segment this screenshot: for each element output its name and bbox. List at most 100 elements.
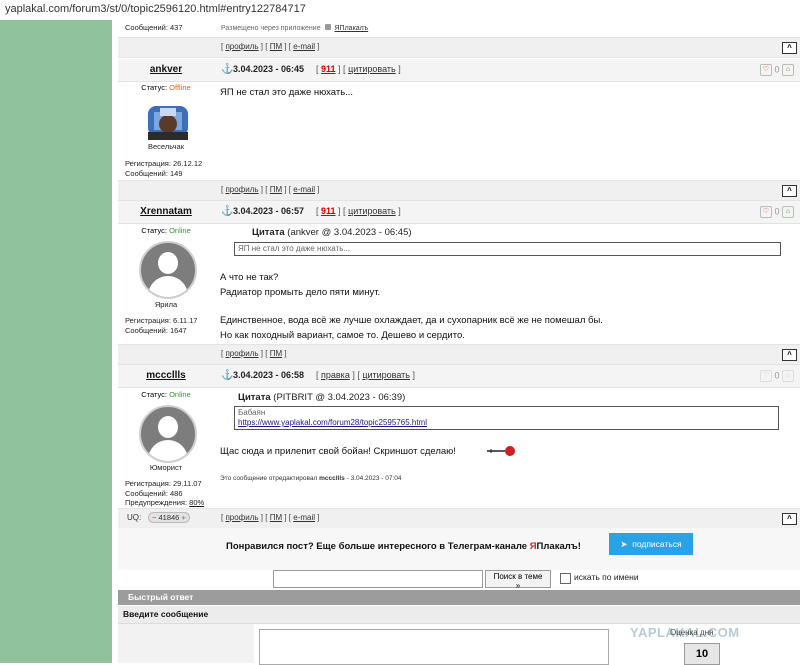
post-text: А что не так? Радиатор промыть дело пяти… [220,272,603,341]
scroll-up-button[interactable]: ^ [782,513,797,525]
quote-link[interactable]: цитировать [348,64,396,74]
prev-post-messages: Сообщений: 437 [125,23,183,32]
post-links-row: [ профиль ] [ ПМ ] [ e-mail ] ^ [118,37,800,58]
post-header: mcccllls ⚓ 3.04.2023 - 06:58 [ правка ] … [118,365,800,388]
quote-header: Цитата (PITBRIT @ 3.04.2023 - 06:39) [238,392,406,403]
telegram-plane-icon: ➤ [620,538,628,549]
post-links-row: [ профиль ] [ ПМ ] [ e-mail ] ^ [118,180,800,201]
post-date: 3.04.2023 - 06:57 [233,206,305,216]
post-date: 3.04.2023 - 06:58 [233,370,305,380]
rating-label: Оценка дня [670,628,714,637]
url-text: yaplakal.com/forum3/st/0/topic2596120.ht… [5,3,306,15]
user-rank: Юморист [149,463,183,472]
vote-count: 0 [774,206,780,217]
scroll-up-button[interactable]: ^ [782,349,797,361]
vote-widget: ♡ 0 ⌂ [759,64,794,76]
email-link[interactable]: e-mail [293,42,315,51]
vote-widget: ♡ 0 ⌂ [759,206,794,218]
warnings-link[interactable]: 80% [189,498,204,507]
username[interactable]: ankver [118,64,214,75]
vote-down-icon[interactable]: ♡ [759,64,772,76]
edited-note: Это сообщение отредактировал mcccllls - … [220,475,402,482]
email-link[interactable]: e-mail [293,185,315,194]
user-rank: Ярила [154,300,178,309]
vote-up-icon: ⌂ [782,370,794,382]
post-text: ЯП не стал это даже нюхать... [220,87,354,98]
vote-count: 0 [774,370,780,381]
email-link[interactable]: e-mail [293,513,315,522]
user-status: Статус: Offline [141,83,191,92]
app-link[interactable]: ЯПлакалъ [335,25,369,32]
quote-header: Цитата (ankver @ 3.04.2023 - 06:45) [252,227,412,238]
avatar [140,96,196,142]
scroll-up-button[interactable]: ^ [782,185,797,197]
post-links-row: [ профиль ] [ ПМ ] ^ [118,344,800,365]
avatar-placeholder-icon [139,241,197,299]
post-links: [ профиль ] [ ПМ ] [221,349,287,358]
scroll-up-button[interactable]: ^ [782,42,797,54]
username[interactable]: Xrennatam [118,206,214,217]
post-header: ankver ⚓ 3.04.2023 - 06:45 [ 911 ] [ цит… [118,59,800,82]
post-actions: [ правка ] [ цитировать ] [316,370,416,380]
vote-up-icon[interactable]: ⌂ [782,64,794,76]
vote-down-icon[interactable]: ♡ [759,206,772,218]
quote-box: Бабаян https://www.yaplakal.com/forum28/… [234,406,779,430]
post-links: [ профиль ] [ ПМ ] [ e-mail ] [221,513,320,522]
avatar-placeholder-icon [139,405,197,463]
post-links-row: UQ: − 41846 + [ профиль ] [ ПМ ] [ e-mai… [118,508,800,529]
pm-link[interactable]: ПМ [270,349,282,358]
uq-label: UQ: [127,513,142,522]
browser-address-bar[interactable]: yaplakal.com/forum3/st/0/topic2596120.ht… [0,0,800,21]
post-links: [ профиль ] [ ПМ ] [ e-mail ] [221,42,320,51]
anchor-icon[interactable]: ⚓ [221,370,233,381]
vote-count: 0 [774,64,780,75]
pm-link[interactable]: ПМ [270,513,282,522]
quote-link-url[interactable]: https://www.yaplakal.com/forum28/topic25… [238,418,427,427]
quick-reply-bar: Быстрый ответ [118,590,800,605]
quick-reply-title: Быстрый ответ [128,592,194,602]
profile-link[interactable]: профиль [225,349,258,358]
search-by-name-checkbox[interactable] [560,573,571,584]
edit-link[interactable]: правка [321,370,350,380]
post-number: [ 911 ] [ цитировать ] [316,64,401,74]
smiley-gun-icon [485,444,517,458]
profile-link[interactable]: профиль [225,185,258,194]
pm-link[interactable]: ПМ [270,42,282,51]
post-text: Щас сюда и прилепит свой бойан! Скриншот… [220,446,456,457]
telegram-text: Понравился пост? Еще больше интересного … [226,541,581,552]
post-number-link[interactable]: 911 [321,64,336,74]
search-by-name-label: искать по имени [574,572,639,582]
forum-content: Сообщений: 437 Размещено через приложени… [118,20,800,665]
user-reg: Регистрация: 26.12.12 Сообщений: 149 [125,159,203,178]
post-number-link[interactable]: 911 [321,206,336,216]
app-note: Размещено через приложение ЯПлакалъ [221,24,369,32]
rating-value[interactable]: 10 [684,643,720,665]
search-in-topic-button[interactable]: Поиск в теме » [485,570,551,590]
post-number: [ 911 ] [ цитировать ] [316,206,401,216]
vote-widget: ♡ 0 ⌂ [759,370,794,382]
post-date: 3.04.2023 - 06:45 [233,64,305,74]
editor-toolbar [118,624,254,663]
anchor-icon[interactable]: ⚓ [221,64,233,75]
enter-message-label: Введите сообщение [123,609,209,619]
vote-down-icon: ♡ [759,370,772,382]
avatar-image-icon [148,106,188,140]
subscribe-button[interactable]: ➤ подписаться [609,533,693,555]
pm-link[interactable]: ПМ [270,185,282,194]
app-icon [324,24,331,30]
user-reg: Регистрация: 6.11.17 Сообщений: 1647 [125,316,198,335]
user-rank: Весельчак [148,142,184,151]
username[interactable]: mcccllls [118,370,214,381]
post-header: Xrennatam ⚓ 3.04.2023 - 06:57 [ 911 ] [ … [118,201,800,224]
anchor-icon[interactable]: ⚓ [221,206,233,217]
post-links: [ профиль ] [ ПМ ] [ e-mail ] [221,185,320,194]
profile-link[interactable]: профиль [225,513,258,522]
search-input[interactable] [273,570,483,588]
left-decor-bar [0,20,112,663]
quote-link[interactable]: цитировать [348,206,396,216]
profile-link[interactable]: профиль [225,42,258,51]
message-textarea[interactable] [259,629,609,665]
uq-badge: − 41846 + [148,512,190,523]
vote-up-icon[interactable]: ⌂ [782,206,794,218]
quote-link[interactable]: цитировать [362,370,410,380]
